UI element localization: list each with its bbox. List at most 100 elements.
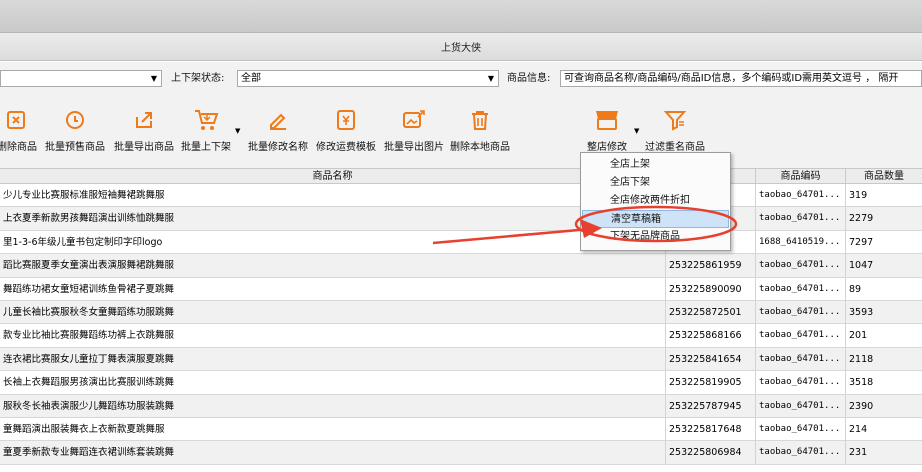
product-name-cell: 里1-3-6年级儿童书包定制印字印logo [0, 230, 666, 254]
filter-duplicate-button[interactable]: 过滤重名商品 [642, 96, 708, 156]
product-name-cell: 童夏季新款专业舞蹈连衣裙训练套装跳舞 [0, 441, 666, 465]
status-select-value: 全部 [241, 73, 261, 84]
product-code-cell: taobao_64701... [756, 254, 846, 278]
freight-template-icon [332, 106, 360, 134]
table-row[interactable]: 童夏季新款专业舞蹈连衣裙训练套装跳舞 253225806984 taobao_6… [0, 441, 922, 465]
window-title: 上货大侠 [441, 43, 481, 54]
filter-icon [661, 106, 689, 134]
product-code-cell: taobao_64701... [756, 184, 846, 207]
product-qty-cell: 7297 [849, 236, 874, 248]
status-select[interactable]: 全部 ▼ [237, 70, 499, 87]
product-code-cell: taobao_64701... [756, 394, 846, 418]
table-row[interactable]: 服秋冬长袖表演服少儿舞蹈练功服装跳舞 253225787945 taobao_6… [0, 394, 922, 418]
product-info-label: 商品信息: [507, 73, 551, 84]
product-code-cell: taobao_64701... [756, 347, 846, 371]
delete-product-icon [3, 106, 31, 134]
product-qty-cell: 3518 [849, 377, 874, 389]
store-modify-dropdown-menu: 全店上架 全店下架 全店修改两件折扣 清空草稿箱 下架无品牌商品 [580, 152, 731, 251]
table-row[interactable]: 长袖上衣舞蹈服男孩演出比赛服训练跳舞 253225819905 taobao_6… [0, 371, 922, 395]
product-qty-cell: 201 [849, 330, 868, 342]
table-row[interactable]: 少儿专业比赛服标准服短袖舞裙跳舞服 253225...3 taobao_6470… [0, 184, 922, 208]
pencil-icon [264, 106, 292, 134]
batch-export-images-button[interactable]: 批量导出图片 [380, 96, 448, 156]
product-code-cell: taobao_64701... [756, 277, 846, 301]
table-row[interactable]: 舞蹈练功裙女童短裙训练鱼骨裙子夏跳舞 253225890090 taobao_6… [0, 277, 922, 301]
chevron-down-icon[interactable]: ▼ [634, 127, 639, 135]
batch-rename-button[interactable]: 批量修改名称 [244, 96, 312, 156]
delete-local-products-button[interactable]: 删除本地商品 [448, 96, 512, 156]
column-header-code[interactable]: 商品编码 [756, 169, 846, 184]
table-row[interactable]: 儿童长袖比赛服秋冬女童舞蹈练功服跳舞 253225872501 taobao_6… [0, 300, 922, 325]
title-bar: 上货大侠 [0, 33, 922, 61]
product-id-cell: 253225787945 [666, 394, 756, 418]
menu-item-delist-all[interactable]: 全店下架 [582, 174, 729, 192]
product-info-input[interactable]: 可查询商品名称/商品编码/商品ID信息，多个编码或ID需用英文逗号 ， 隔开 [560, 70, 922, 87]
menu-item-list-all[interactable]: 全店上架 [582, 156, 729, 174]
product-qty-cell: 2390 [849, 400, 874, 412]
batch-listing-button[interactable]: 批量上下架 [178, 96, 234, 156]
status-label: 上下架状态: [171, 73, 225, 84]
product-info-placeholder: 可查询商品名称/商品编码/商品ID信息，多个编码或ID需用英文逗号 ， 隔开 [564, 73, 899, 84]
delete-product-button[interactable]: 删除商品 [0, 96, 38, 156]
column-header-qty[interactable]: 商品数量 [846, 169, 922, 184]
batch-export-button[interactable]: 批量导出商品 [110, 96, 178, 156]
product-id-cell: 253225890090 [666, 277, 756, 301]
product-name-cell: 童舞蹈演出服装舞衣上衣新款夏跳舞服 [0, 417, 666, 441]
column-header-name[interactable]: 商品名称 [0, 169, 666, 184]
filter-row: ▼ 上下架状态: 全部 ▼ 商品信息: 可查询商品名称/商品编码/商品ID信息，… [0, 62, 922, 96]
product-id-cell: 253225841654 [666, 347, 756, 371]
menu-item-two-piece-discount[interactable]: 全店修改两件折扣 [582, 192, 729, 210]
table-row[interactable]: 款专业比袖比赛服舞蹈练功裤上衣跳舞服 253225868166 taobao_6… [0, 324, 922, 348]
product-code-cell: taobao_64701... [756, 300, 846, 324]
table-row[interactable]: 蹈比赛服夏季女童演出表演服舞裙跳舞服 253225861959 taobao_6… [0, 254, 922, 278]
product-id-cell: 253225819905 [666, 371, 756, 395]
menu-item-delist-unbranded[interactable]: 下架无品牌商品 [582, 228, 729, 246]
product-table: 少儿专业比赛服标准服短袖舞裙跳舞服 253225...3 taobao_6470… [0, 184, 922, 465]
window-top-band [0, 0, 922, 33]
product-name-cell: 上衣夏季新款男孩舞蹈演出训练恤跳舞服 [0, 207, 666, 231]
chevron-down-icon[interactable]: ▼ [235, 127, 240, 135]
table-header: 商品名称 商品编码 商品数量 [0, 168, 922, 184]
product-id-cell: 253225817648 [666, 417, 756, 441]
batch-presale-button[interactable]: 批量预售商品 [41, 96, 109, 156]
product-qty-cell: 3593 [849, 306, 874, 318]
product-qty-cell: 2279 [849, 213, 874, 225]
product-name-cell: 款专业比袖比赛服舞蹈练功裤上衣跳舞服 [0, 324, 666, 348]
export-image-icon [400, 106, 428, 134]
product-name-cell: 蹈比赛服夏季女童演出表演服舞裙跳舞服 [0, 254, 666, 278]
menu-item-clear-drafts[interactable]: 清空草稿箱 [582, 210, 729, 228]
table-row[interactable]: 童舞蹈演出服装舞衣上衣新款夏跳舞服 253225817648 taobao_64… [0, 417, 922, 442]
toolbar: 删除商品 批量预售商品 批量导出商品 批量上下架 ▼ 批量修改名称 修改运费模板 [0, 96, 922, 168]
store-icon [593, 106, 621, 134]
product-name-cell: 连衣裙比赛服女儿童拉丁舞表演服夏跳舞 [0, 347, 666, 371]
store-modify-button[interactable]: 整店修改 [579, 96, 635, 156]
category-select[interactable]: ▼ [0, 70, 162, 87]
product-qty-cell: 319 [849, 190, 868, 201]
shopping-cart-icon [192, 106, 220, 134]
product-code-cell: 1688_6410519... [756, 230, 846, 254]
product-name-cell: 舞蹈练功裙女童短裙训练鱼骨裙子夏跳舞 [0, 277, 666, 301]
product-name-cell: 儿童长袖比赛服秋冬女童舞蹈练功服跳舞 [0, 300, 666, 324]
product-code-cell: taobao_64701... [756, 207, 846, 231]
trash-icon [466, 106, 494, 134]
table-row[interactable]: 连衣裙比赛服女儿童拉丁舞表演服夏跳舞 253225841654 taobao_6… [0, 347, 922, 372]
chevron-down-icon: ▼ [487, 74, 494, 83]
product-code-cell: taobao_64701... [756, 324, 846, 348]
product-id-cell: 253225868166 [666, 324, 756, 348]
product-id-cell: 253225861959 [666, 254, 756, 278]
product-name-cell: 长袖上衣舞蹈服男孩演出比赛服训练跳舞 [0, 371, 666, 395]
table-row[interactable]: 里1-3-6年级儿童书包定制印字印logo 253225...9 1688_64… [0, 230, 922, 255]
export-icon [130, 106, 158, 134]
product-qty-cell: 2118 [849, 353, 874, 365]
product-id-cell: 253225872501 [666, 300, 756, 324]
product-code-cell: taobao_64701... [756, 417, 846, 441]
chevron-down-icon: ▼ [150, 74, 157, 83]
product-qty-cell: 214 [849, 423, 868, 435]
product-qty-cell: 89 [849, 283, 862, 295]
freight-template-button[interactable]: 修改运费模板 [312, 96, 380, 156]
product-code-cell: taobao_64701... [756, 371, 846, 395]
presale-clock-icon [61, 106, 89, 134]
product-code-cell: taobao_64701... [756, 441, 846, 465]
product-qty-cell: 1047 [849, 260, 874, 272]
table-row[interactable]: 上衣夏季新款男孩舞蹈演出训练恤跳舞服 253225...0 taobao_647… [0, 207, 922, 231]
